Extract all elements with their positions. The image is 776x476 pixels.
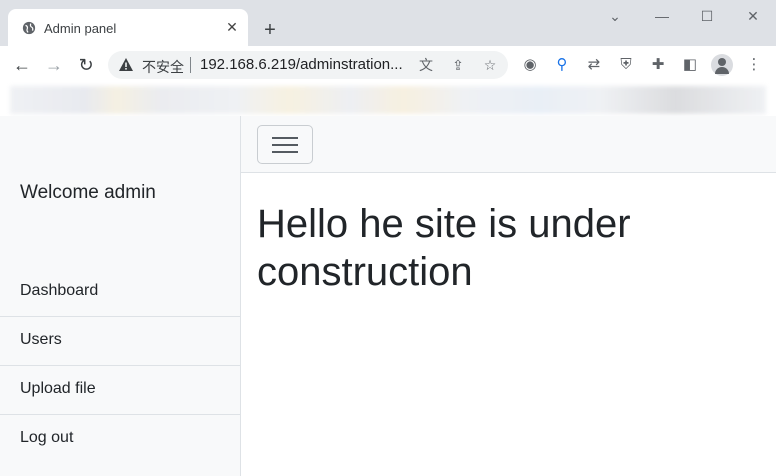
close-window-button[interactable]: ✕ [741, 6, 765, 26]
share-icon[interactable]: ⇪ [450, 57, 466, 73]
tab-title: Admin panel [44, 21, 117, 36]
bookmark-star-icon[interactable]: ☆ [482, 57, 498, 73]
sidebar-item-label: Upload file [20, 380, 96, 397]
close-tab-icon[interactable]: ✕ [224, 19, 240, 35]
shuffle-icon[interactable]: ⇄ [585, 56, 603, 74]
sidebar-item-label: Log out [20, 429, 74, 446]
extensions-puzzle-icon[interactable]: ✚ [649, 56, 667, 74]
tab-strip: Admin panel ✕ + ⌄ — ☐ ✕ [0, 0, 776, 46]
new-tab-button[interactable]: + [260, 20, 280, 40]
welcome-message: Welcome admin [20, 182, 156, 203]
browser-toolbar: ← → ↻ 不安全 192.168.6.219/adminstration...… [0, 46, 776, 84]
bookmarks-bar [0, 84, 776, 116]
sidebar: Welcome admin Dashboard Users Upload fil… [0, 116, 241, 476]
page-viewport: Welcome admin Dashboard Users Upload fil… [0, 116, 776, 476]
globe-icon [22, 21, 36, 35]
translate-icon[interactable]: 文 [418, 57, 434, 73]
shield-icon[interactable]: ⛨ [617, 56, 635, 74]
location-pin-icon[interactable]: ⚲ [553, 56, 571, 74]
side-panel-icon[interactable]: ◧ [681, 56, 699, 74]
url-text[interactable]: 192.168.6.219/adminstration... [200, 56, 403, 73]
menu-kebab-icon[interactable]: ⋮ [745, 56, 763, 74]
sidebar-item-dashboard[interactable]: Dashboard [0, 268, 240, 317]
hamburger-bar [272, 151, 298, 153]
address-bar[interactable]: 不安全 192.168.6.219/adminstration... 文 ⇪ ☆ [108, 51, 508, 79]
sidebar-item-logout[interactable]: Log out [0, 415, 240, 464]
maximize-button[interactable]: ☐ [695, 6, 719, 26]
page-heading: Hello he site is under construction [257, 202, 631, 294]
minimize-button[interactable]: — [650, 6, 674, 26]
hamburger-bar [272, 144, 298, 146]
blurred-bookmarks [10, 86, 766, 114]
extension-circle-icon[interactable]: ◉ [521, 56, 539, 74]
warning-icon[interactable] [118, 57, 134, 73]
hamburger-bar [272, 137, 298, 139]
browser-tab[interactable]: Admin panel ✕ [8, 9, 248, 46]
profile-avatar-icon[interactable] [711, 54, 733, 76]
tab-search-icon[interactable]: ⌄ [603, 6, 627, 26]
sidebar-item-users[interactable]: Users [0, 317, 240, 366]
security-status[interactable]: 不安全 [142, 57, 184, 77]
sidebar-item-label: Users [20, 331, 62, 348]
top-navbar [241, 116, 776, 173]
omnibox-divider [190, 57, 191, 73]
reload-button[interactable]: ↻ [75, 54, 97, 76]
sidebar-item-upload-file[interactable]: Upload file [0, 366, 240, 415]
sidebar-item-label: Dashboard [20, 282, 99, 299]
back-button[interactable]: ← [11, 54, 33, 76]
forward-button[interactable]: → [43, 54, 65, 76]
navbar-toggle-button[interactable] [257, 125, 313, 164]
